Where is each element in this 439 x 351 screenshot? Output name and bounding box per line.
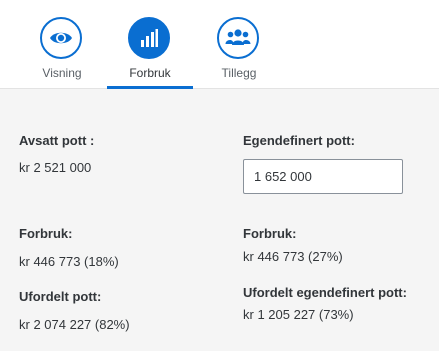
tab-label-forbruk: Forbruk <box>129 66 171 80</box>
forbruk-icon-circle <box>128 17 170 59</box>
ufordelt-pott-label: Ufordelt pott: <box>19 289 102 304</box>
forbruk-label: Forbruk: <box>19 226 73 241</box>
ufordelt-egendefinert-pott-value: kr 1 205 227 (73%) <box>243 307 354 322</box>
tab-tillegg[interactable]: Tillegg <box>196 17 282 89</box>
egendefinert-pott-input[interactable] <box>243 159 403 194</box>
tillegg-icon-circle <box>217 17 259 59</box>
visning-icon-circle <box>40 17 82 59</box>
eye-icon <box>50 32 72 44</box>
tab-label-tillegg: Tillegg <box>221 66 257 80</box>
forbruk-value: kr 446 773 (18%) <box>19 254 119 269</box>
tab-forbruk[interactable]: Forbruk <box>107 17 193 89</box>
group-icon <box>225 29 251 45</box>
avsatt-pott-value: kr 2 521 000 <box>19 160 92 175</box>
tab-header: Visning Forbruk Tillegg <box>0 0 439 89</box>
egendefinert-pott-label: Egendefinert pott: <box>243 133 355 148</box>
active-tab-indicator <box>107 86 193 89</box>
ufordelt-pott-value: kr 2 074 227 (82%) <box>19 317 130 332</box>
tab-label-visning: Visning <box>42 66 82 80</box>
avsatt-pott-label: Avsatt pott : <box>19 133 95 148</box>
egendefinert-forbruk-value: kr 446 773 (27%) <box>243 249 343 264</box>
tab-visning[interactable]: Visning <box>19 17 105 89</box>
bar-chart-icon <box>141 29 158 47</box>
ufordelt-egendefinert-pott-label: Ufordelt egendefinert pott: <box>243 285 407 300</box>
egendefinert-forbruk-label: Forbruk: <box>243 226 297 241</box>
